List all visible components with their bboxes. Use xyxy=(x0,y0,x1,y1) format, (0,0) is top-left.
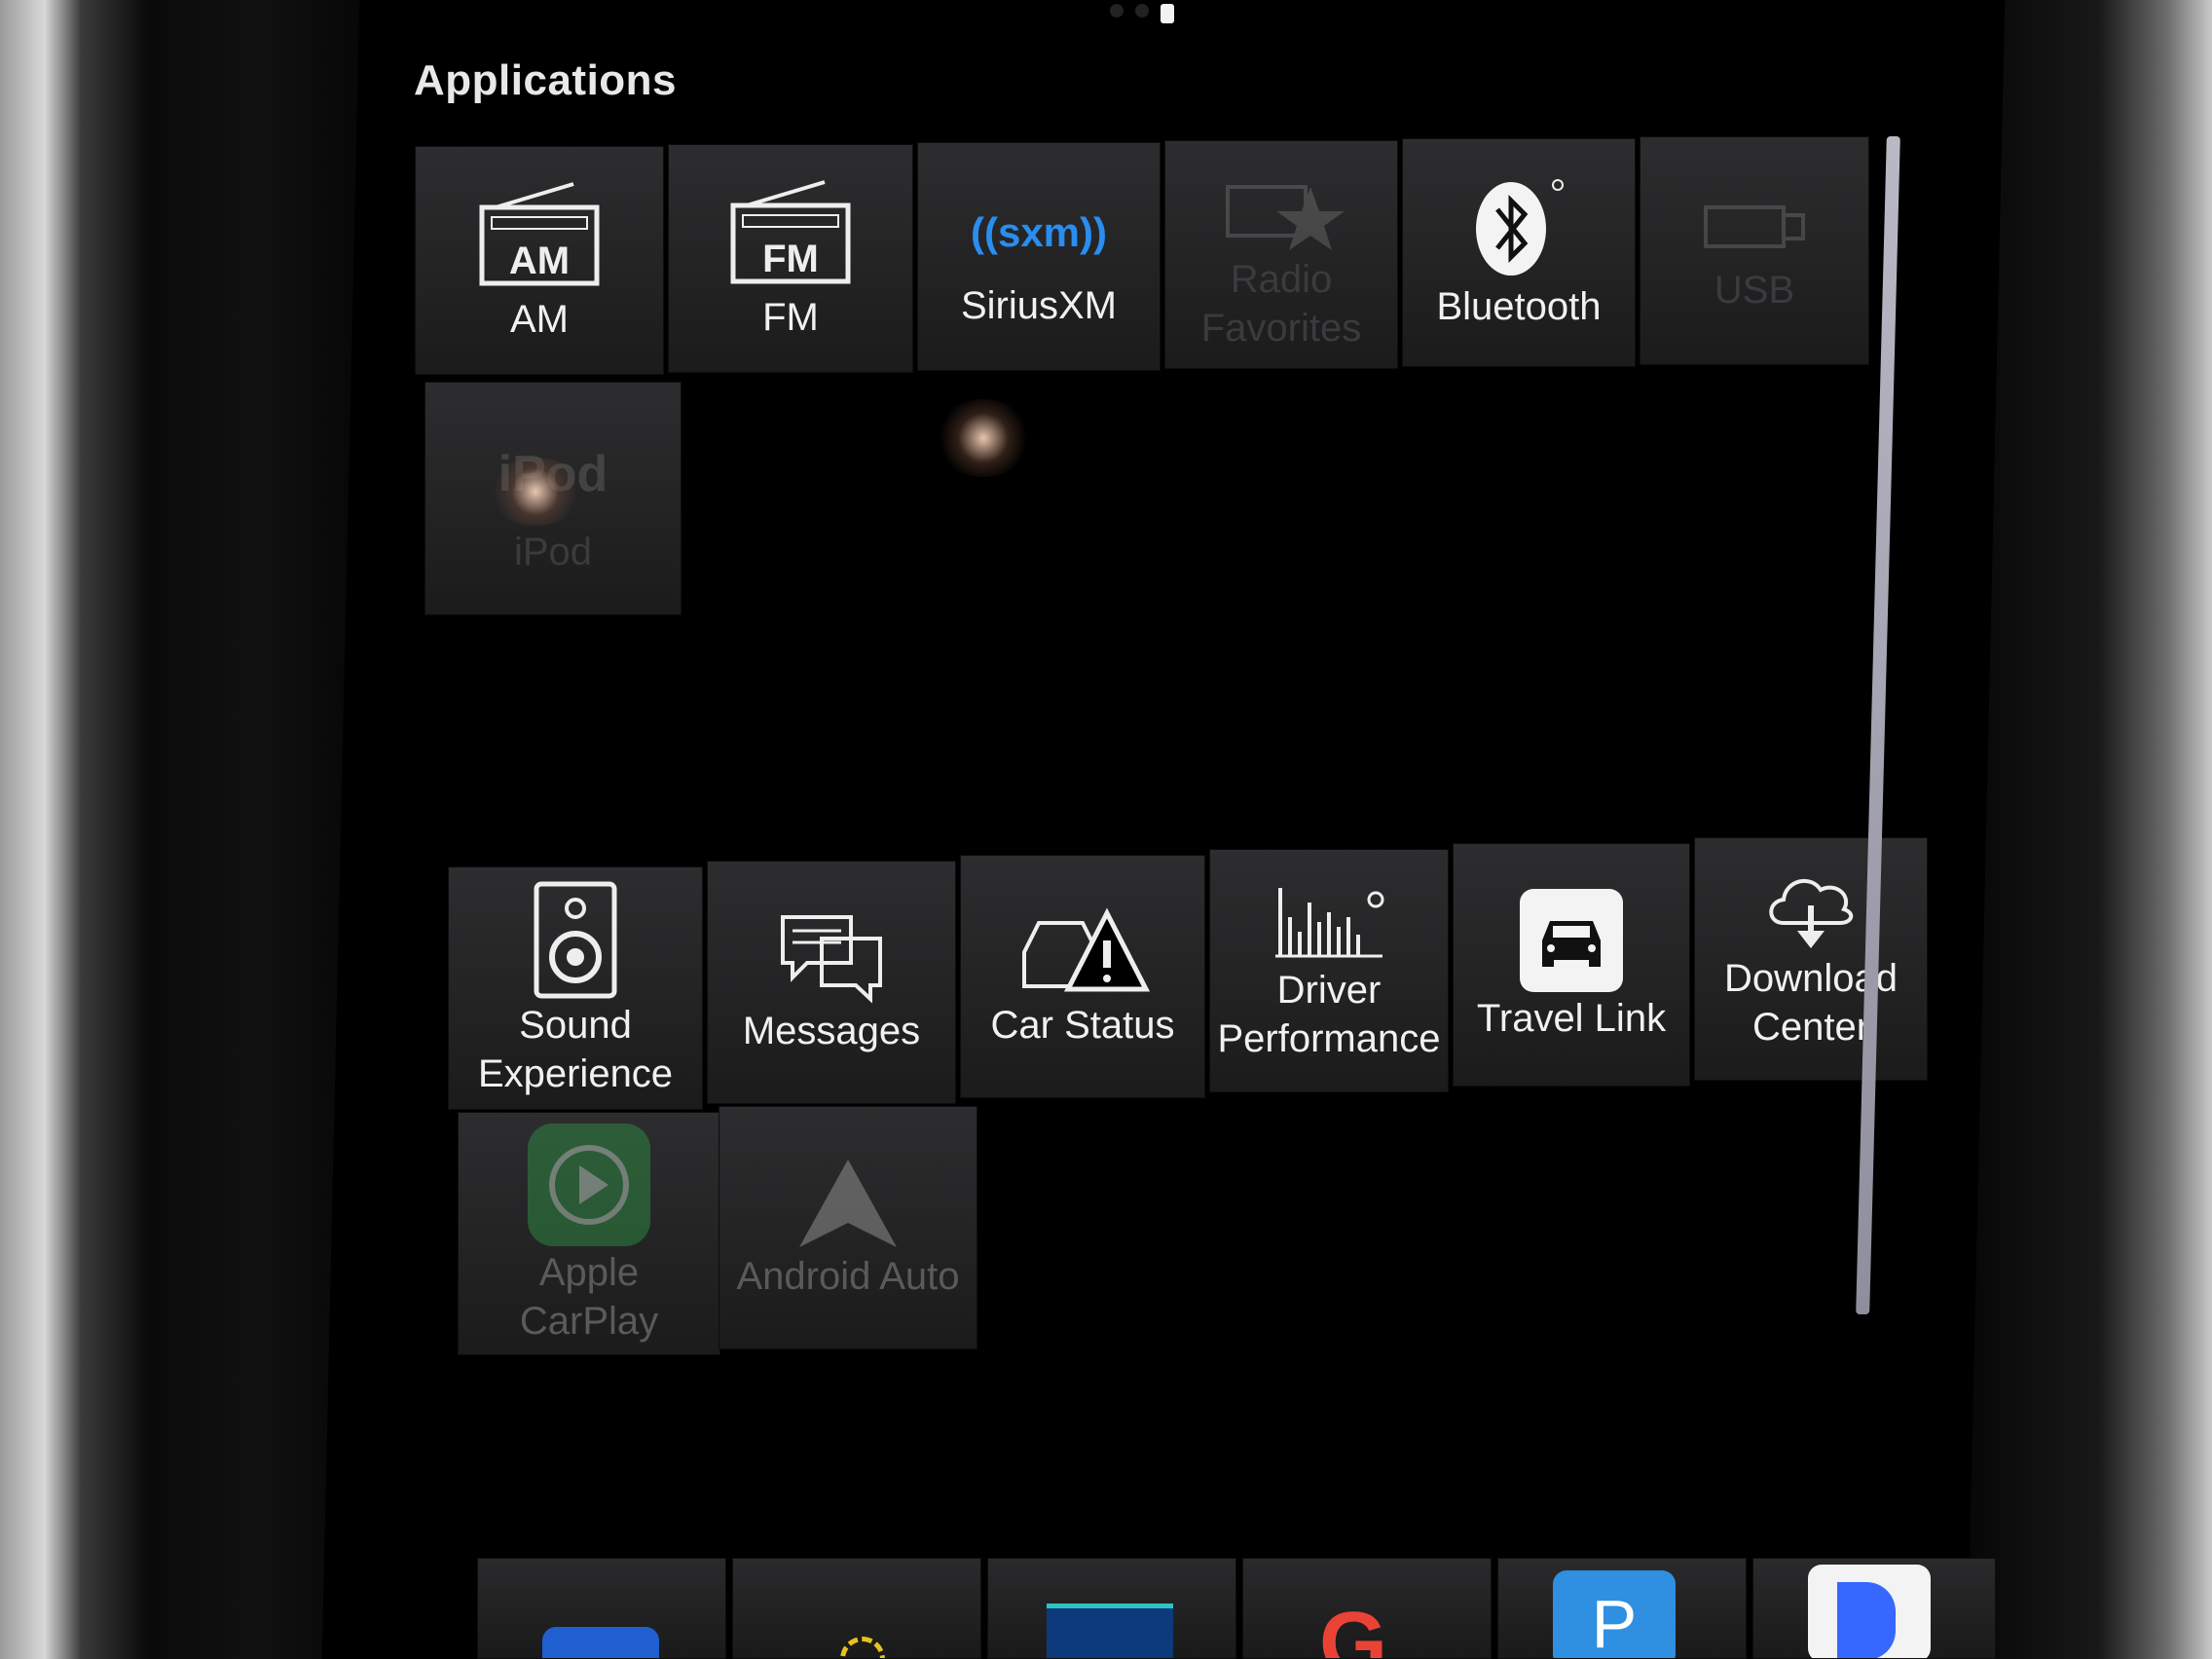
speaker-icon xyxy=(532,879,619,1001)
app-label: Download Center xyxy=(1724,957,1898,1049)
app-tile-car-status[interactable]: Car Status xyxy=(960,855,1205,1098)
tunein-app-icon xyxy=(1047,1604,1173,1658)
app-label: iPod xyxy=(513,531,593,573)
app-tile-radio-favorites[interactable]: Radio Favorites xyxy=(1164,140,1398,369)
app-label: Travel Link xyxy=(1476,997,1667,1040)
app-label: Apple CarPlay xyxy=(519,1251,659,1343)
app-tile-apple-carplay[interactable]: Apple CarPlay xyxy=(458,1112,720,1355)
car-front-icon xyxy=(1518,887,1625,994)
app-tile-android-auto[interactable]: Android Auto xyxy=(719,1106,977,1349)
dock-app-pandora[interactable] xyxy=(1752,1558,1996,1659)
pandora-app-icon xyxy=(1808,1565,1931,1658)
dock-app-google[interactable]: G xyxy=(1242,1558,1492,1659)
app-label: Driver Performance xyxy=(1217,969,1441,1060)
carplay-icon xyxy=(526,1122,652,1248)
app-label: Car Status xyxy=(990,1004,1175,1047)
app-tile-am[interactable]: AM AM xyxy=(415,146,664,375)
google-app-icon: G xyxy=(1319,1595,1388,1659)
fm-radio-icon: FM xyxy=(727,176,854,293)
app-tile-messages[interactable]: Messages xyxy=(707,861,956,1104)
app-tile-siriusxm[interactable]: ((sxm)) SiriusXM xyxy=(917,142,1161,371)
usb-icon xyxy=(1696,188,1813,266)
app-label: AM xyxy=(510,297,569,341)
page-title: Applications xyxy=(414,56,678,104)
svg-text:FM: FM xyxy=(762,238,819,280)
screen-glare xyxy=(935,399,1032,477)
bezel-left xyxy=(0,0,370,1659)
app-tile-sound-experience[interactable]: Sound Experience xyxy=(448,866,703,1110)
dock-app-refresh[interactable] xyxy=(477,1558,726,1659)
app-tile-travel-link[interactable]: Travel Link xyxy=(1453,843,1690,1087)
app-dock: G P xyxy=(477,1558,1996,1659)
app-label: Messages xyxy=(742,1010,921,1052)
android-auto-icon xyxy=(794,1155,902,1252)
app-tile-fm[interactable]: FM FM xyxy=(668,144,913,373)
app-label: Sound Experience xyxy=(477,1003,674,1095)
app-tile-driver-performance[interactable]: Driver Performance xyxy=(1209,849,1449,1092)
dock-app-tunein[interactable] xyxy=(987,1558,1236,1659)
siriusxm-logo-icon: ((sxm)) xyxy=(970,208,1107,255)
bluetooth-icon xyxy=(1470,175,1567,282)
screen-glare xyxy=(487,458,584,526)
app-label: FM xyxy=(762,295,819,339)
app-tile-download-center[interactable]: Download Center xyxy=(1694,837,1928,1081)
cloud-download-icon xyxy=(1762,866,1860,954)
parking-app-icon: P xyxy=(1553,1570,1676,1658)
bar-graph-icon xyxy=(1271,878,1387,966)
messages-icon xyxy=(778,909,885,1007)
radio-star-icon xyxy=(1218,158,1345,255)
app-label: Bluetooth xyxy=(1436,284,1602,328)
svg-text:AM: AM xyxy=(509,240,570,282)
refresh-app-icon xyxy=(542,1627,659,1658)
app-label: Android Auto xyxy=(736,1255,960,1298)
dock-app-parking[interactable]: P xyxy=(1497,1558,1747,1659)
dock-app-sun[interactable] xyxy=(732,1558,981,1659)
app-tile-bluetooth[interactable]: Bluetooth xyxy=(1402,138,1636,367)
sun-app-icon xyxy=(840,1637,885,1658)
app-label: Radio Favorites xyxy=(1200,257,1362,350)
page-indicator xyxy=(1110,4,1174,23)
app-label: USB xyxy=(1714,268,1795,312)
app-tile-usb[interactable]: USB xyxy=(1640,136,1869,365)
car-warning-icon xyxy=(1014,903,1151,1001)
am-radio-icon: AM xyxy=(476,178,603,295)
app-label: SiriusXM xyxy=(960,283,1118,327)
